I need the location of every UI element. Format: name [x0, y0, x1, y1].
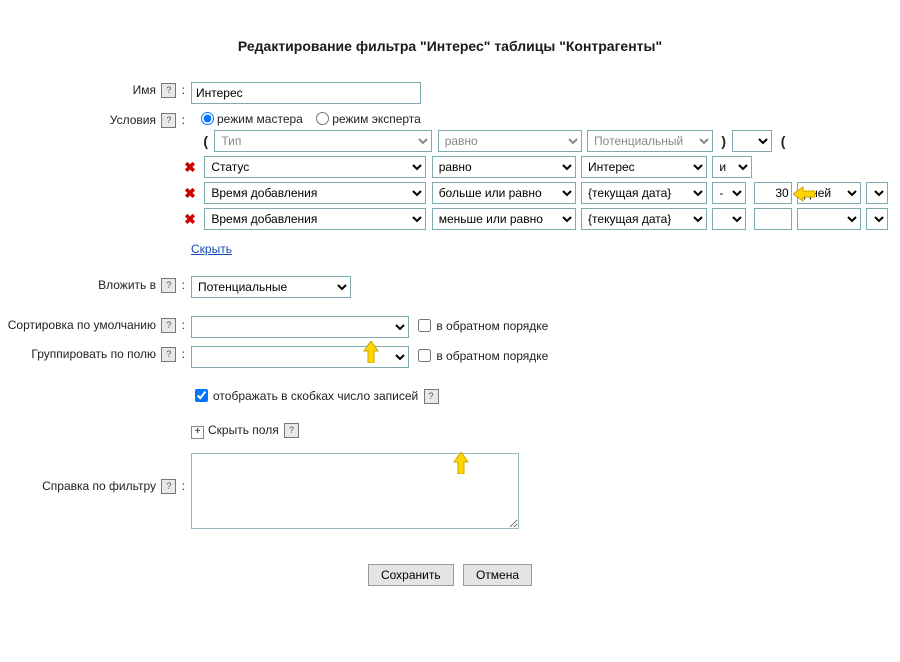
cond-op-select[interactable]: больше или равно: [432, 182, 576, 204]
cond-field-select[interactable]: Время добавления: [204, 182, 426, 204]
hide-fields-label: Скрыть поля: [208, 423, 279, 437]
help-icon[interactable]: [161, 479, 176, 494]
cancel-button[interactable]: Отмена: [463, 564, 532, 586]
cond-offset-sign[interactable]: -: [712, 182, 746, 204]
group-reverse-label: в обратном порядке: [436, 349, 548, 363]
expand-icon[interactable]: [191, 426, 204, 439]
mode-expert-radio[interactable]: [316, 112, 329, 125]
mode-wizard-label: режим мастера: [217, 112, 303, 126]
annotation-arrow-icon: [793, 186, 815, 202]
help-icon[interactable]: [284, 423, 299, 438]
label-nest: Вложить в: [98, 278, 156, 292]
show-count-label: отображать в скобках число записей: [213, 389, 418, 403]
condition-row-2: Время добавления больше или равно {текущ…: [183, 182, 890, 204]
cond-offset-sign[interactable]: [712, 208, 746, 230]
delete-icon[interactable]: [183, 160, 197, 174]
annotation-arrow-icon: [362, 341, 384, 357]
cond-val-select[interactable]: Интерес: [581, 156, 707, 178]
condition-row-1: Статус равно Интерес и: [183, 156, 890, 178]
cond-field-select[interactable]: Тип: [214, 130, 432, 152]
cond-offset-unit[interactable]: [797, 208, 861, 230]
cond-join-select[interactable]: и: [712, 156, 752, 178]
mode-wizard-radio[interactable]: [201, 112, 214, 125]
cond-join-select[interactable]: и: [866, 182, 888, 204]
button-row: Сохранить Отмена: [0, 564, 900, 586]
page-title: Редактирование фильтра "Интерес" таблицы…: [0, 38, 900, 54]
label-name: Имя: [133, 83, 156, 97]
help-icon[interactable]: [161, 113, 176, 128]
cond-join-select[interactable]: [732, 130, 772, 152]
sort-reverse-checkbox[interactable]: [418, 319, 431, 332]
sort-select[interactable]: [191, 316, 409, 338]
help-icon[interactable]: [424, 389, 439, 404]
label-filter-help: Справка по фильтру: [42, 479, 156, 493]
close-paren: ): [718, 133, 729, 149]
annotation-arrow-icon: [452, 452, 474, 468]
label-conditions: Условия: [110, 113, 156, 127]
cond-op-select[interactable]: равно: [432, 156, 576, 178]
help-icon[interactable]: [161, 83, 176, 98]
help-icon[interactable]: [161, 347, 176, 362]
condition-row-3: Время добавления меньше или равно {текущ…: [183, 208, 890, 230]
cond-val-select[interactable]: {текущая дата}: [581, 182, 707, 204]
show-count-checkbox[interactable]: [195, 389, 208, 402]
delete-icon[interactable]: [183, 186, 197, 200]
help-icon[interactable]: [161, 318, 176, 333]
open-paren: (: [200, 133, 211, 149]
label-sort: Сортировка по умолчанию: [8, 318, 156, 332]
sort-reverse-label: в обратном порядке: [436, 319, 548, 333]
cond-field-select[interactable]: Время добавления: [204, 208, 426, 230]
cond-val-select[interactable]: Потенциальный: [587, 130, 713, 152]
hide-link[interactable]: Скрыть: [191, 242, 232, 256]
nest-select[interactable]: Потенциальные: [191, 276, 351, 298]
cond-op-select[interactable]: меньше или равно: [432, 208, 576, 230]
open-paren: (: [778, 133, 789, 149]
cond-field-select[interactable]: Статус: [204, 156, 426, 178]
filter-form: Имя : Условия : режим мастера режим эксп…: [0, 78, 890, 536]
name-input[interactable]: [191, 82, 421, 104]
cond-offset-num[interactable]: [754, 182, 792, 204]
group-reverse-checkbox[interactable]: [418, 349, 431, 362]
mode-expert-label: режим эксперта: [332, 112, 421, 126]
label-group: Группировать по полю: [31, 347, 156, 361]
help-icon[interactable]: [161, 278, 176, 293]
cond-op-select[interactable]: равно: [438, 130, 582, 152]
cond-offset-num[interactable]: [754, 208, 792, 230]
cond-join-select[interactable]: [866, 208, 888, 230]
mode-radio-group: режим мастера режим эксперта: [191, 112, 421, 126]
delete-icon[interactable]: [183, 212, 197, 226]
save-button[interactable]: Сохранить: [368, 564, 454, 586]
cond-val-select[interactable]: {текущая дата}: [581, 208, 707, 230]
condition-row-0: ( Тип равно Потенциальный ) (: [183, 130, 890, 152]
